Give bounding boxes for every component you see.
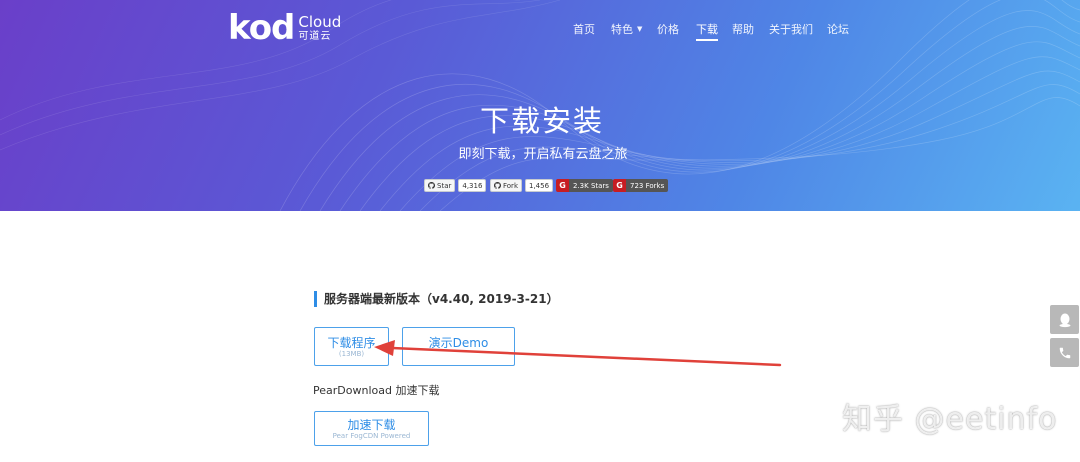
source-watermark: 知乎 @eetinfo	[842, 402, 1058, 437]
annotation-arrow	[374, 340, 782, 367]
phone-contact-button[interactable]	[1050, 338, 1079, 367]
phone-icon	[1059, 347, 1070, 358]
qq-contact-button[interactable]	[1050, 305, 1079, 334]
qq-icon	[1059, 313, 1070, 327]
